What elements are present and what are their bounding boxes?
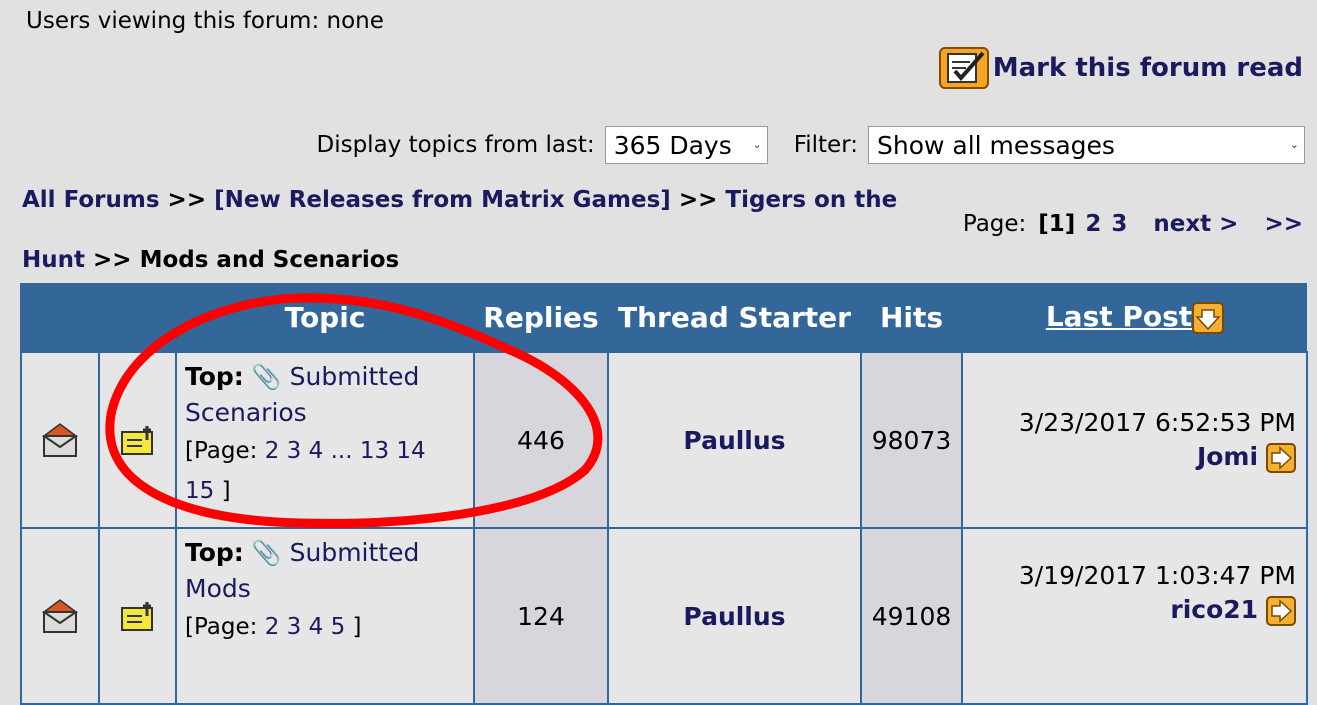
topic-page-link[interactable]: 2	[265, 614, 280, 640]
table-header-row: Topic Replies Thread Starter Hits Last P…	[20, 283, 1307, 352]
sticky-note-icon	[120, 602, 153, 631]
topic-title-link[interactable]: Submitted	[290, 538, 420, 567]
topic-page-link[interactable]: 14	[396, 438, 425, 464]
topic-page-link[interactable]: 15	[185, 478, 214, 504]
pager-label: Page:	[962, 211, 1027, 237]
topic-pages: [Page: 2 3 4 ... 13 14 15 ]	[185, 431, 465, 511]
topic-title-link[interactable]: Submitted	[290, 362, 420, 391]
pager-last[interactable]: >>	[1264, 211, 1303, 237]
envelope-new-icon	[41, 599, 79, 633]
thread-starter-cell: Paullus	[607, 527, 862, 705]
mark-read-label: Mark this forum read	[992, 53, 1303, 83]
last-post-date: 3/23/2017 6:52:53 PM	[1018, 408, 1296, 437]
status-cell	[20, 351, 100, 529]
header-blank	[98, 283, 176, 352]
header-hits: Hits	[860, 283, 962, 352]
topic-title-link[interactable]: Mods	[185, 574, 251, 603]
pagination: Page: [1] 2 3 next > >>	[963, 211, 1303, 237]
pages-open: [Page:	[185, 438, 258, 464]
mark-read-icon	[938, 47, 989, 89]
paperclip-icon: 📎	[251, 363, 282, 391]
pager-page-2[interactable]: 2	[1085, 211, 1101, 237]
last-post-user[interactable]: rico21	[1170, 595, 1258, 624]
pages-open: [Page:	[185, 614, 258, 640]
days-select-value: 365 Days	[613, 130, 732, 160]
topic-page-ellipsis: ...	[330, 438, 353, 464]
topic-filters: Display topics from last: 365 Days ⌄ Fil…	[316, 126, 1305, 164]
last-post-cell: 3/19/2017 1:03:47 PM rico21	[961, 527, 1308, 705]
breadcrumb-separator: >>	[93, 247, 132, 273]
header-topic: Topic	[175, 283, 474, 352]
thread-starter-link[interactable]: Paullus	[683, 426, 785, 455]
days-select[interactable]: 365 Days ⌄	[604, 126, 768, 164]
filter-label: Filter:	[793, 132, 858, 158]
breadcrumb-game[interactable]: Tigers on the	[725, 187, 897, 213]
chevron-down-icon: ⌄	[752, 138, 762, 151]
thread-starter-link[interactable]: Paullus	[683, 602, 785, 631]
table-row[interactable]: Top: 📎 Submitted Scenarios [Page: 2 3 4 …	[20, 351, 1308, 529]
last-post-sort-link[interactable]: Last Post	[1046, 300, 1192, 333]
pager-current: [1]	[1038, 211, 1076, 237]
topic-page-link[interactable]: 3	[287, 614, 302, 640]
topic-page-link[interactable]: 2	[265, 438, 280, 464]
topic-cell: Top: 📎 Submitted Scenarios [Page: 2 3 4 …	[175, 351, 475, 529]
header-thread-starter: Thread Starter	[607, 283, 861, 352]
breadcrumb-line-2: Hunt >> Mods and Scenarios	[22, 247, 399, 273]
pager-page-3[interactable]: 3	[1111, 211, 1127, 237]
topic-title-link[interactable]: Scenarios	[185, 398, 307, 427]
chevron-down-icon: ⌄	[1289, 138, 1299, 151]
table-row[interactable]: Top: 📎 Submitted Mods [Page: 2 3 4 5 ] 1…	[20, 527, 1308, 705]
topics-table: Topic Replies Thread Starter Hits Last P…	[20, 283, 1308, 705]
pages-close: ]	[352, 614, 362, 640]
last-post-user[interactable]: Jomi	[1197, 442, 1258, 471]
topic-prefix: Top:	[185, 538, 244, 567]
topic-cell: Top: 📎 Submitted Mods [Page: 2 3 4 5 ]	[175, 527, 475, 705]
topic-page-link[interactable]: 5	[331, 614, 346, 640]
breadcrumb: All Forums >> [New Releases from Matrix …	[22, 187, 897, 213]
sticky-cell	[98, 351, 177, 529]
filter-select[interactable]: Show all messages ⌄	[868, 126, 1305, 164]
go-to-last-post-icon[interactable]	[1266, 596, 1296, 626]
breadcrumb-game-cont[interactable]: Hunt	[22, 247, 85, 273]
breadcrumb-current: Mods and Scenarios	[139, 247, 400, 273]
hits-count: 98073	[860, 351, 963, 529]
hits-count: 49108	[860, 527, 963, 705]
topic-page-link[interactable]: 13	[360, 438, 389, 464]
topic-page-link[interactable]: 4	[309, 614, 324, 640]
display-topics-label: Display topics from last:	[316, 132, 595, 158]
mark-forum-read-link[interactable]: Mark this forum read	[938, 47, 1303, 89]
replies-count: 124	[473, 527, 609, 705]
breadcrumb-separator: >>	[167, 187, 207, 213]
header-last-post[interactable]: Last Post	[961, 283, 1307, 352]
header-replies: Replies	[473, 283, 608, 352]
topic-prefix: Top:	[185, 362, 244, 391]
pager-next[interactable]: next >	[1153, 211, 1238, 237]
breadcrumb-separator: >>	[678, 187, 718, 213]
header-blank	[20, 283, 99, 352]
go-to-last-post-icon[interactable]	[1266, 443, 1296, 473]
last-post-cell: 3/23/2017 6:52:53 PM Jomi	[961, 351, 1308, 529]
topic-pages: [Page: 2 3 4 5 ]	[185, 607, 465, 647]
paperclip-icon: 📎	[251, 539, 282, 567]
envelope-new-icon	[41, 423, 79, 457]
filter-select-value: Show all messages	[877, 130, 1115, 160]
status-cell	[20, 527, 100, 705]
replies-count: 446	[473, 351, 609, 529]
topic-page-link[interactable]: 3	[287, 438, 302, 464]
sort-down-arrow-icon[interactable]	[1192, 302, 1225, 334]
last-post-date: 3/19/2017 1:03:47 PM	[1018, 561, 1296, 590]
thread-starter-cell: Paullus	[607, 351, 862, 529]
breadcrumb-new-releases[interactable]: [New Releases from Matrix Games]	[214, 187, 671, 213]
sticky-note-icon	[120, 426, 153, 455]
viewers-text: Users viewing this forum: none	[26, 8, 384, 34]
breadcrumb-all-forums[interactable]: All Forums	[22, 187, 160, 213]
pages-close: ]	[221, 478, 231, 504]
sticky-cell	[98, 527, 177, 705]
topic-page-link[interactable]: 4	[309, 438, 324, 464]
